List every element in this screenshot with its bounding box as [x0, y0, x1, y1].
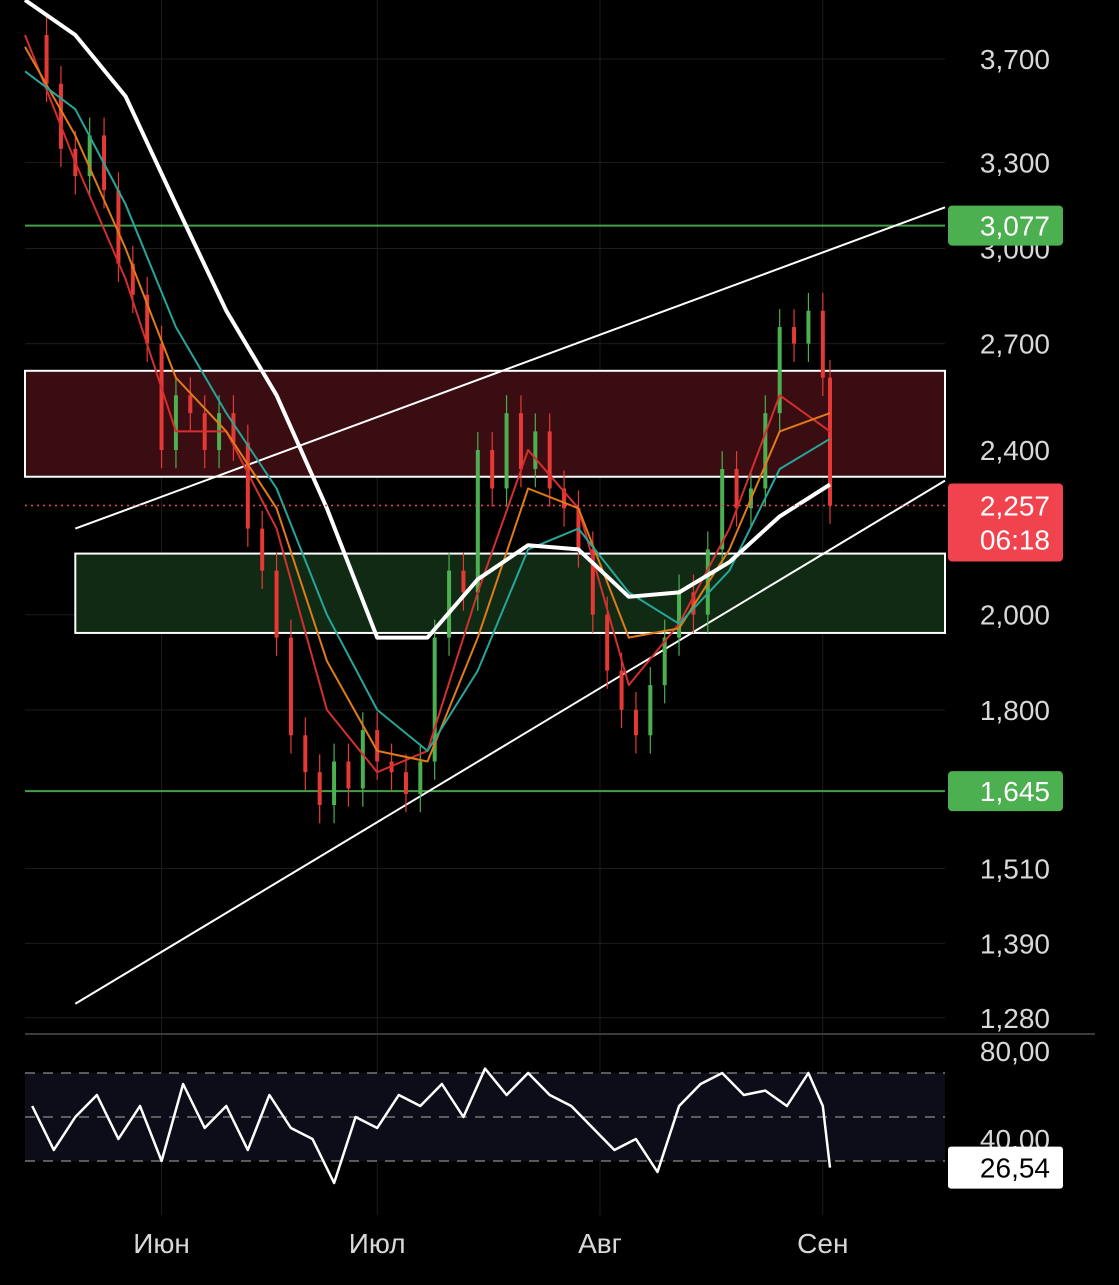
candle-body — [763, 413, 768, 489]
x-tick-label: Сен — [797, 1228, 848, 1259]
candle-body — [504, 413, 509, 489]
candle-body — [633, 709, 638, 736]
candle-body — [475, 450, 480, 593]
candle-body — [734, 469, 739, 509]
candle-body — [677, 592, 682, 638]
candle-body — [490, 450, 495, 489]
candle-body — [605, 614, 610, 671]
oscillator-tick-label: 80,00 — [980, 1036, 1050, 1067]
candle-body — [44, 34, 49, 84]
candle-body — [159, 343, 164, 451]
candle-body — [403, 772, 408, 794]
x-tick-label: Июл — [349, 1228, 406, 1259]
candle-body — [231, 413, 236, 443]
candle-body — [188, 395, 193, 414]
candle-body — [303, 735, 308, 773]
y-tick-label: 2,000 — [980, 600, 1050, 631]
y-tick-label: 1,510 — [980, 854, 1050, 885]
candle-body — [447, 570, 452, 638]
candle-body — [260, 528, 265, 571]
candle-body — [418, 761, 423, 794]
y-tick-label: 2,700 — [980, 329, 1050, 360]
y-tick-label: 3,700 — [980, 44, 1050, 75]
level-badge-label: 1,645 — [980, 776, 1050, 807]
x-tick-label: Авг — [578, 1228, 622, 1259]
y-tick-label: 1,390 — [980, 928, 1050, 959]
candle-body — [346, 761, 351, 789]
candle-body — [662, 637, 667, 686]
candle-body — [461, 570, 466, 593]
y-tick-label: 1,280 — [980, 1003, 1050, 1034]
countdown-label: 06:18 — [980, 525, 1050, 556]
candle-body — [173, 395, 178, 451]
chart-canvas: 3,7003,3003,0002,7002,4002,0001,8001,510… — [0, 0, 1119, 1280]
candle-body — [375, 730, 380, 762]
candle-body — [288, 637, 293, 736]
price-chart[interactable]: 3,700 3,300 3,000 2,700 2,400 2,000 1,800 1,510… — [0, 0, 1119, 1280]
candle-body — [806, 310, 811, 344]
candle-body — [332, 761, 337, 806]
y-tick-label: 1,800 — [980, 695, 1050, 726]
candle-body — [274, 570, 279, 638]
candle-body — [317, 772, 322, 806]
candle-body — [619, 670, 624, 710]
y-tick-label: 2,400 — [980, 435, 1050, 466]
y-tick-label: 3,300 — [980, 147, 1050, 178]
candle-body — [58, 83, 63, 149]
x-tick-label: Июн — [133, 1228, 190, 1259]
level-badge-label: 3,077 — [980, 211, 1050, 242]
candle-body — [547, 431, 552, 489]
current-price-label: 2,257 — [980, 491, 1050, 522]
candle-body — [820, 310, 825, 378]
candle-body — [518, 413, 523, 470]
candle-body — [720, 469, 725, 550]
candle-body — [360, 730, 365, 789]
candle-body — [245, 442, 250, 529]
oscillator-value-label: 26,54 — [980, 1153, 1050, 1184]
candle-body — [648, 685, 653, 736]
candle-body — [533, 431, 538, 470]
candle-body — [792, 327, 797, 344]
